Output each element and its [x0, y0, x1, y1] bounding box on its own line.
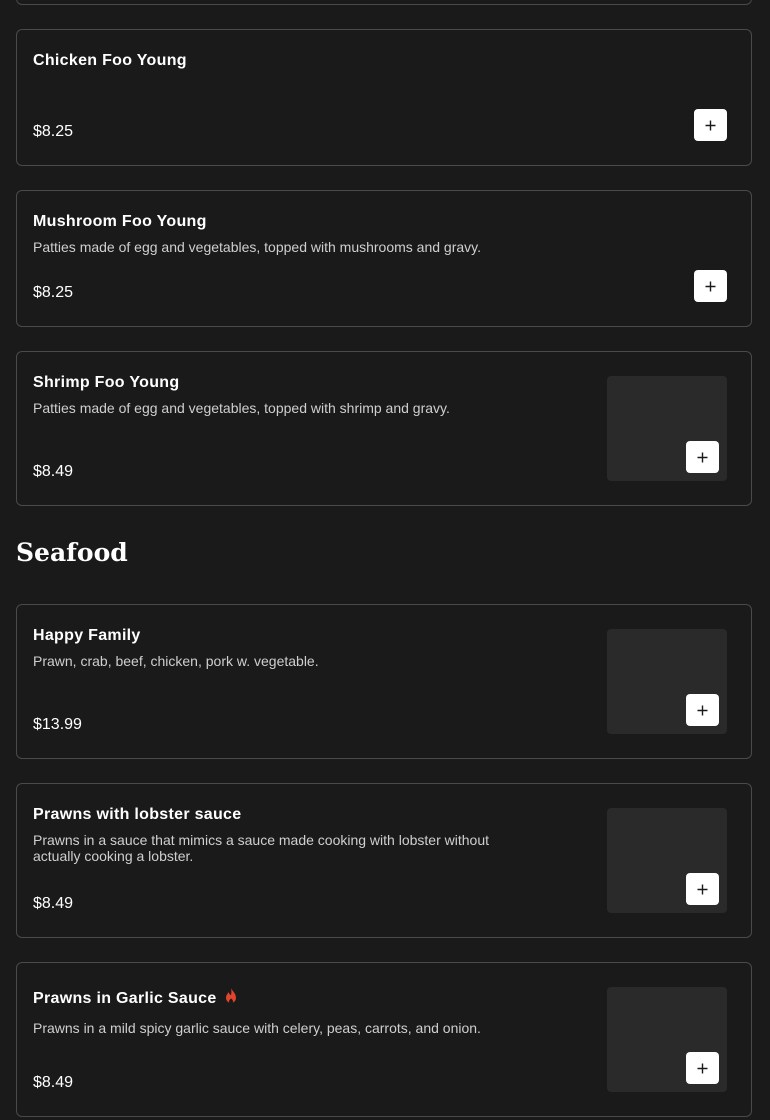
add-to-cart-button[interactable]: [686, 694, 719, 726]
plus-icon: [697, 705, 708, 715]
menu-item-card[interactable]: Shrimp Foo Young Patties made of egg and…: [16, 351, 752, 506]
menu-page: Chicken Foo Young $8.25 Mushroom Foo You…: [0, 0, 770, 1120]
add-to-cart-button[interactable]: [686, 1052, 719, 1084]
menu-item-card[interactable]: Prawns with lobster sauce Prawns in a sa…: [16, 783, 752, 938]
item-price: $13.99: [33, 716, 82, 733]
item-name-row: Prawns in Garlic Sauce: [33, 987, 239, 1008]
item-name: Prawns in Garlic Sauce: [33, 990, 217, 1007]
add-to-cart-button[interactable]: [694, 270, 727, 302]
item-description: Patties made of egg and vegetables, topp…: [33, 239, 482, 255]
plus-icon: [697, 1063, 708, 1073]
section-heading: Seafood: [16, 538, 128, 567]
menu-item-card[interactable]: Chicken Foo Young $8.25: [16, 29, 752, 166]
item-price: $8.25: [33, 123, 74, 140]
item-name: Happy Family: [33, 627, 141, 644]
menu-item-card[interactable]: Prawns in Garlic Sauce Prawns in a mild …: [16, 962, 752, 1117]
item-price: $8.25: [33, 284, 74, 301]
item-description: Patties made of egg and vegetables, topp…: [33, 400, 450, 416]
item-price: $8.49: [33, 463, 74, 480]
item-name: Shrimp Foo Young: [33, 374, 180, 391]
previous-card-edge: [16, 0, 752, 5]
spicy-flame-icon: [225, 988, 236, 1004]
item-description: Prawns in a sauce that mimics a sauce ma…: [33, 832, 489, 864]
menu-item-card[interactable]: Happy Family Prawn, crab, beef, chicken,…: [16, 604, 752, 759]
item-image[interactable]: [607, 987, 727, 1092]
plus-icon: [697, 884, 708, 894]
plus-icon: [697, 452, 708, 462]
plus-icon: [705, 120, 716, 130]
add-to-cart-button[interactable]: [694, 109, 727, 141]
add-to-cart-button[interactable]: [686, 441, 719, 473]
item-image[interactable]: [607, 808, 727, 913]
item-price: $8.49: [33, 1074, 74, 1091]
item-description: Prawns in a mild spicy garlic sauce with…: [33, 1020, 481, 1036]
item-description: Prawn, crab, beef, chicken, pork w. vege…: [33, 653, 319, 669]
plus-icon: [705, 281, 716, 291]
add-to-cart-button[interactable]: [686, 873, 719, 905]
item-image[interactable]: [607, 629, 727, 734]
menu-item-card[interactable]: Mushroom Foo Young Patties made of egg a…: [16, 190, 752, 327]
item-name: Prawns with lobster sauce: [33, 806, 242, 823]
item-name: Mushroom Foo Young: [33, 213, 207, 230]
item-name: Chicken Foo Young: [33, 52, 187, 69]
item-image[interactable]: [607, 376, 727, 481]
item-price: $8.49: [33, 895, 74, 912]
